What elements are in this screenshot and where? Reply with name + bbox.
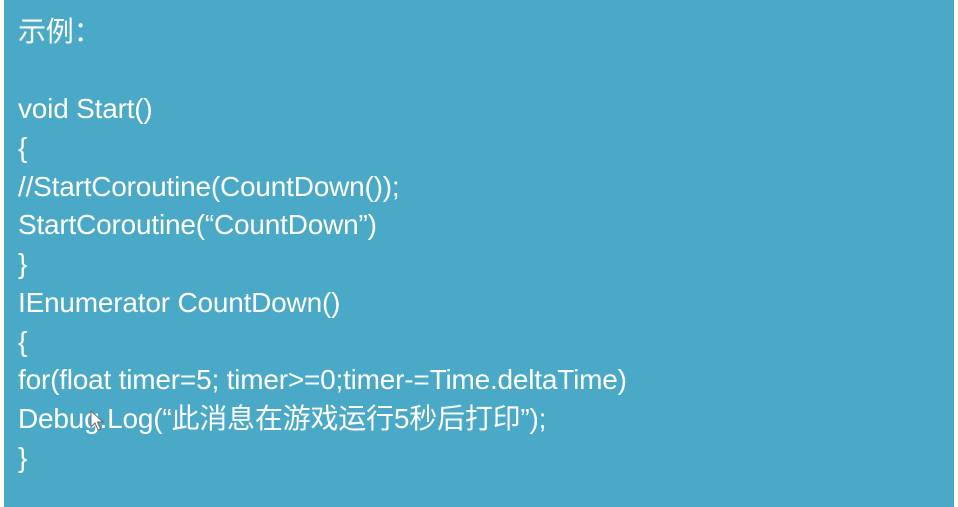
code-line: IEnumerator CountDown() (18, 286, 341, 318)
code-line: { (18, 132, 28, 164)
code-line: Debug.Log(“此消息在游戏运行5秒后打印”); (18, 402, 547, 434)
example-heading: 示例： (18, 16, 102, 47)
code-line: { (18, 325, 28, 357)
code-example: 示例： void Start() { //StartCoroutine(Coun… (18, 13, 627, 477)
screen: 示例： void Start() { //StartCoroutine(Coun… (0, 0, 958, 507)
code-line: //StartCoroutine(CountDown()); (18, 170, 400, 202)
code-line: StartCoroutine(“CountDown”) (18, 209, 377, 241)
code-line: void Start() (18, 93, 153, 125)
mouse-pointer-icon (90, 410, 104, 431)
code-line: for(float timer=5; timer>=0;timer-=Time.… (18, 364, 627, 396)
slide: 示例： void Start() { //StartCoroutine(Coun… (4, 0, 954, 507)
code-line: } (18, 441, 28, 473)
code-line: } (18, 248, 28, 280)
